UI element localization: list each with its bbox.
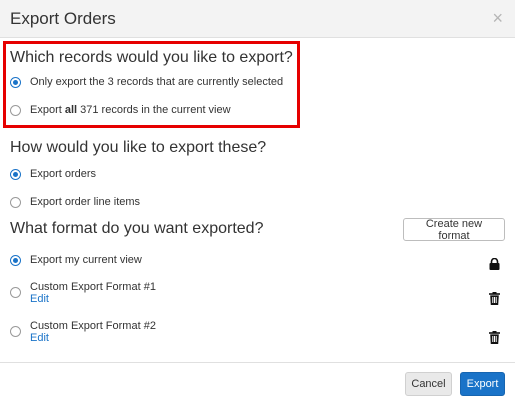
lock-icon [487,257,501,271]
radio-export-selected-records[interactable]: Only export the 3 records that are curre… [10,72,283,92]
format-name: Custom Export Format #1 [30,281,156,293]
radio-label: Export my current view [30,254,142,266]
radio-button-selected[interactable] [10,168,21,180]
radio-export-current-view[interactable]: Export my current view [10,250,142,270]
format-option-text: Custom Export Format #1 Edit [30,281,156,305]
close-icon[interactable]: × [492,8,503,28]
radio-label: Export order line items [30,196,141,208]
radio-export-all-records[interactable]: Export all 371 records in the current vi… [10,100,231,120]
format-option-text: Custom Export Format #2 Edit [30,320,156,344]
format-name: Custom Export Format #2 [30,320,156,332]
trash-icon[interactable] [487,291,501,305]
radio-export-orders[interactable]: Export orders [10,164,96,184]
edit-link[interactable]: Edit [30,332,156,344]
label-bold: all [64,104,78,116]
label-prefix: Export [30,104,65,116]
export-type-heading: How would you like to export these? [10,139,267,156]
radio-button[interactable] [10,104,21,116]
format-section-heading: What format do you want exported? [10,220,264,237]
radio-label: Only export the 3 records that are curre… [30,76,284,88]
radio-button-selected[interactable] [10,76,21,88]
dialog-header: Export Orders × [0,0,515,38]
edit-link[interactable]: Edit [30,293,156,305]
create-new-format-button[interactable]: Create new format [403,218,505,242]
format-option-custom-2[interactable]: Custom Export Format #2 Edit [10,320,156,344]
trash-icon[interactable] [487,330,501,344]
format-option-custom-1[interactable]: Custom Export Format #1 Edit [10,281,156,305]
records-section-heading: Which records would you like to export? [10,49,293,66]
radio-button[interactable] [10,287,21,298]
dialog-title: Export Orders [10,9,116,28]
cancel-button[interactable]: Cancel [405,372,452,396]
label-suffix: 371 records in the current view [77,104,231,116]
radio-button[interactable] [10,326,21,337]
radio-label: Export orders [30,168,97,180]
radio-export-order-line-items[interactable]: Export order line items [10,192,140,212]
export-button[interactable]: Export [460,372,505,396]
radio-label: Export all 371 records in the current vi… [30,104,231,116]
radio-button[interactable] [10,196,21,208]
footer-divider [0,362,515,363]
radio-button-selected[interactable] [10,254,21,266]
